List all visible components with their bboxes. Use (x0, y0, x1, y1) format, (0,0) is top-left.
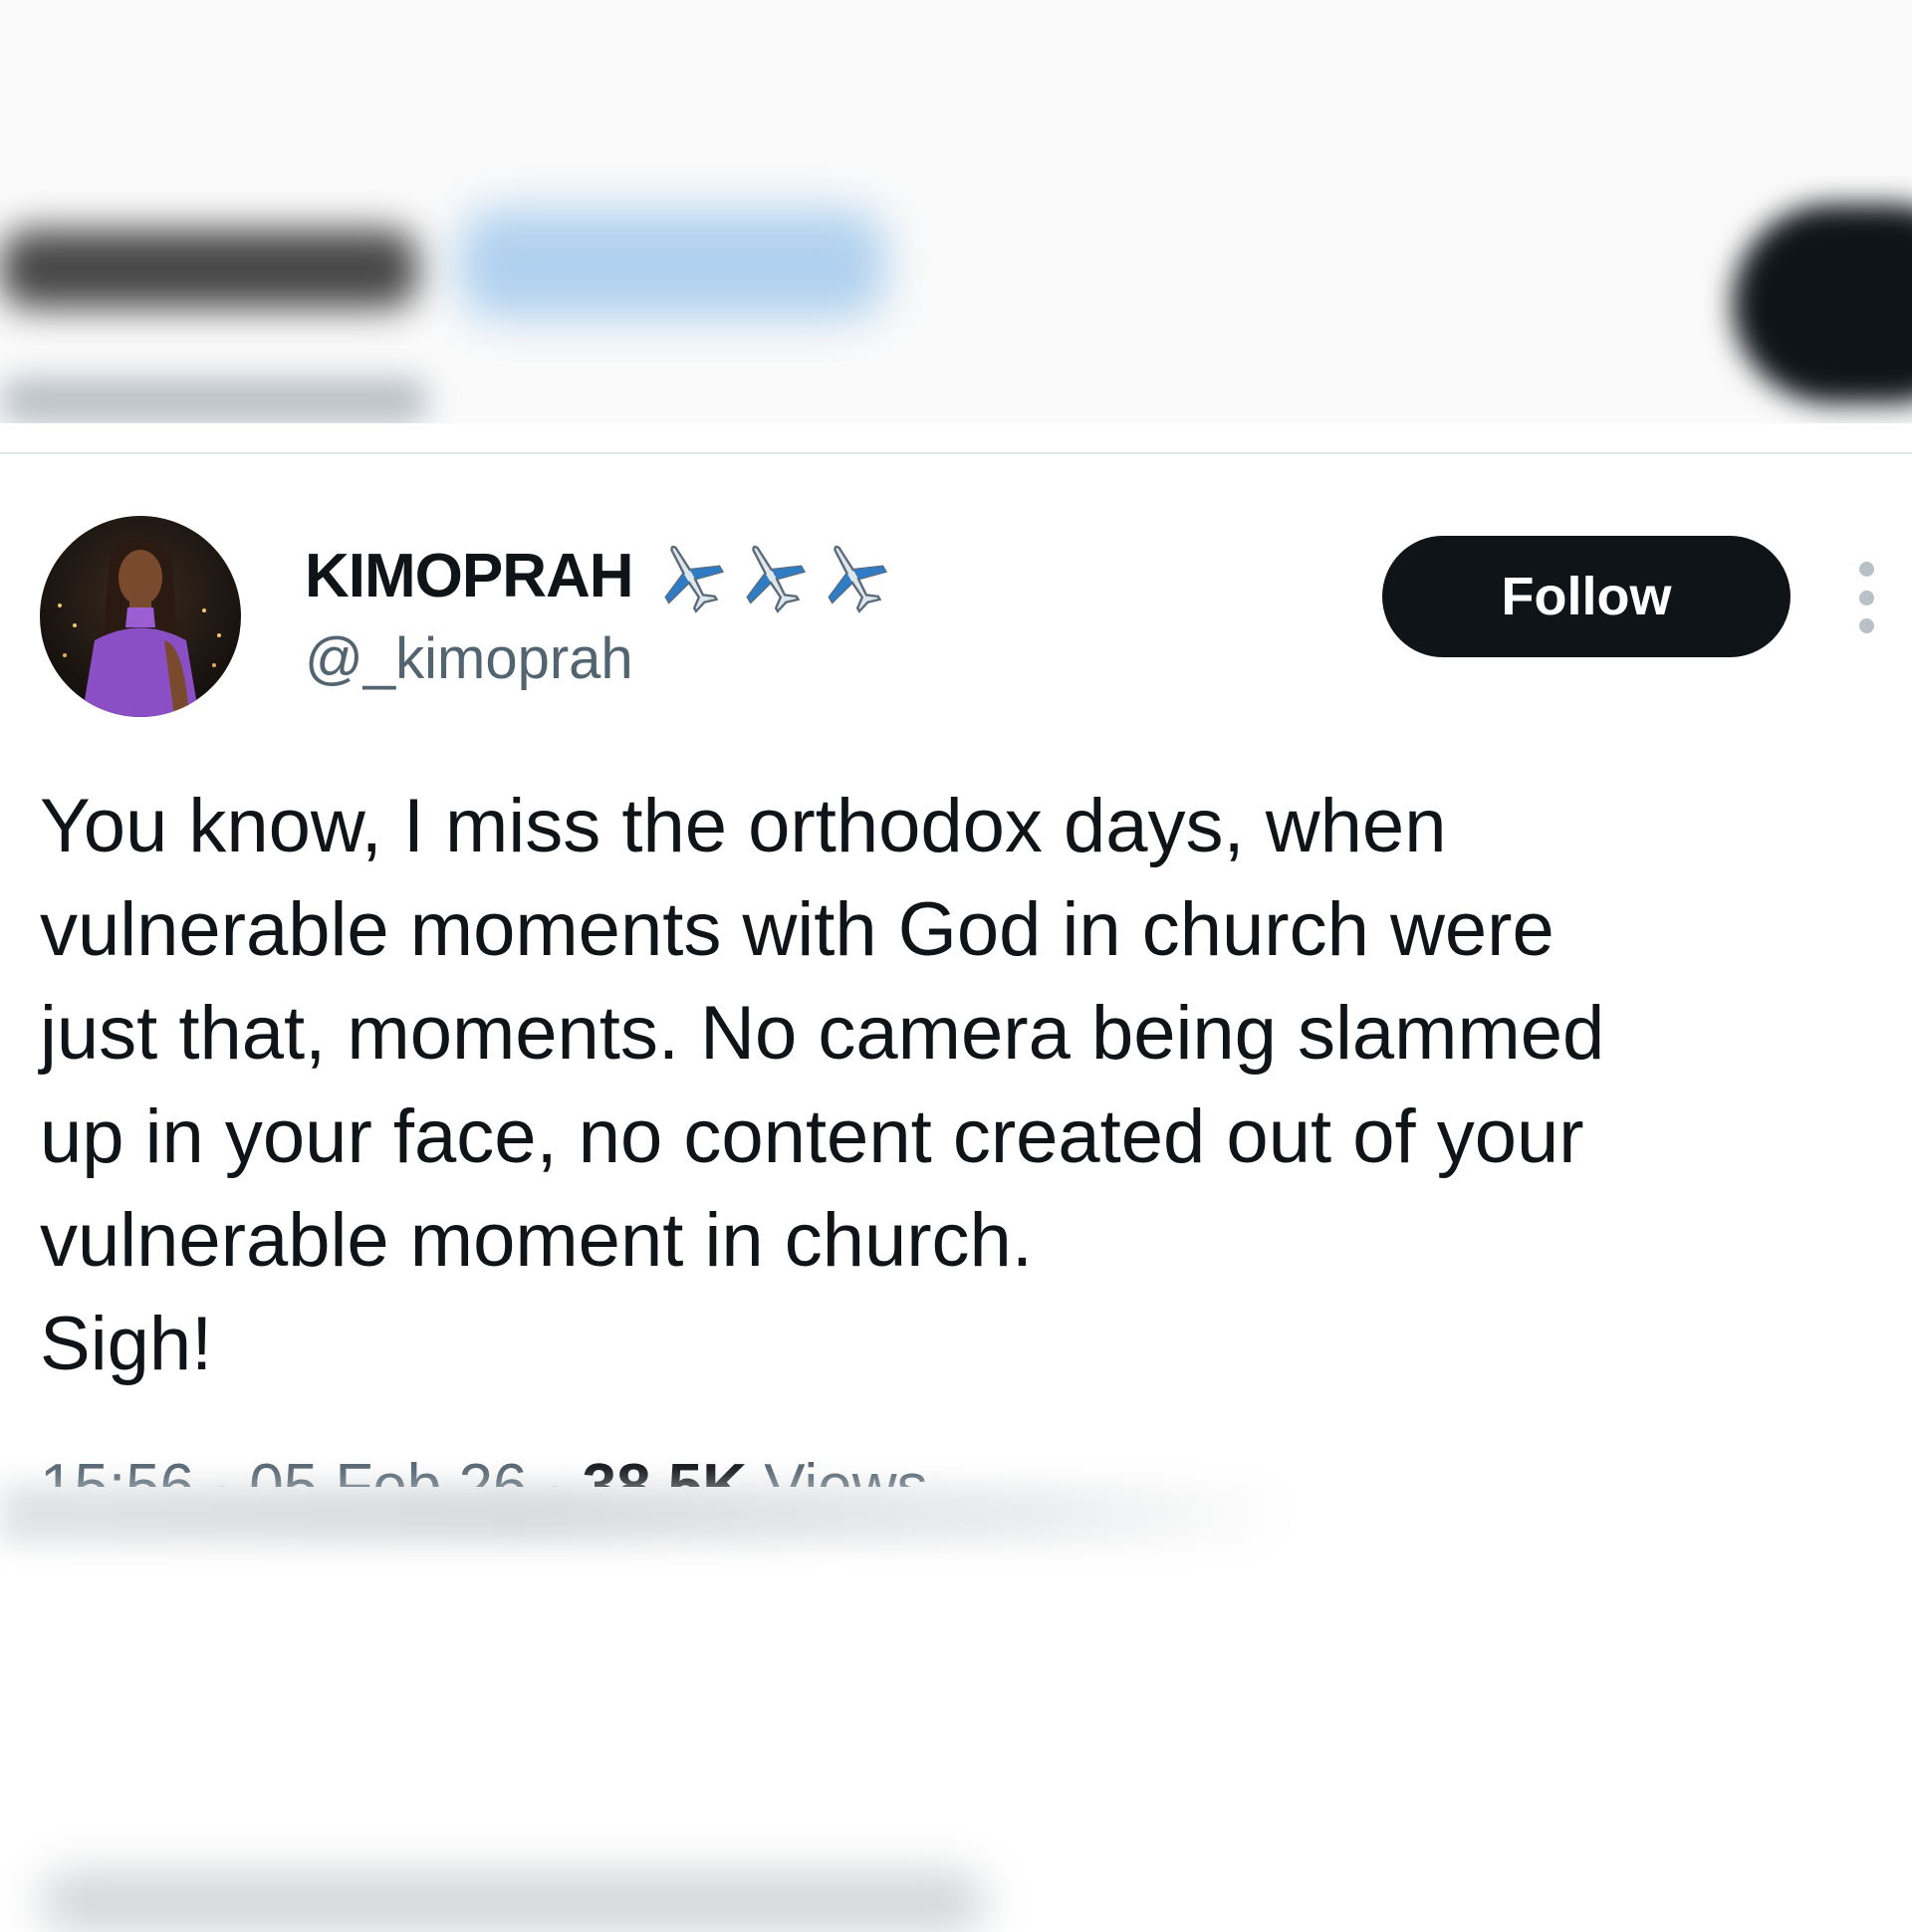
tweet-line: up in your face, no content created out … (40, 1094, 1584, 1179)
views-label: Views (764, 1452, 928, 1487)
airplane-icon (663, 545, 724, 613)
blurred-metadata (0, 1484, 1295, 1544)
tweet-line: vulnerable moment in church. (40, 1198, 1033, 1283)
blurred-name (0, 229, 418, 309)
blurred-previous-header (0, 0, 1912, 423)
tweet-line: Sigh! (40, 1302, 213, 1386)
tweet-line: vulnerable moments with God in church we… (40, 887, 1554, 972)
avatar-image (40, 516, 241, 717)
name-emoji-group (651, 538, 890, 613)
follow-button[interactable]: Follow (1382, 536, 1791, 657)
blurred-follow-button (1733, 204, 1912, 403)
tweet-line: just that, moments. No camera being slam… (40, 991, 1605, 1076)
name-row: KIMOPRAH (305, 538, 890, 613)
blurred-emoji (458, 209, 886, 319)
user-handle[interactable]: @_kimoprah (305, 625, 633, 692)
tweet-date[interactable]: 05 Feb 26 (249, 1452, 527, 1487)
tweet-line: You know, I miss the orthodox days, when (40, 784, 1447, 868)
avatar[interactable] (40, 516, 241, 717)
views-count: 38.5K (582, 1452, 748, 1487)
tweet-time[interactable]: 15:56 (40, 1452, 194, 1487)
blurred-engagement-row (40, 1872, 986, 1932)
tweet-metadata: 15:56 · 05 Feb 26 · 38.5K Views (40, 1449, 1295, 1487)
divider (0, 452, 1912, 454)
airplane-icon (745, 545, 806, 613)
more-options-icon[interactable] (1854, 562, 1878, 633)
blurred-handle (0, 378, 428, 423)
tweet-text: You know, I miss the orthodox days, when… (40, 775, 1832, 1396)
airplane-icon (827, 545, 887, 613)
display-name[interactable]: KIMOPRAH (305, 541, 634, 611)
